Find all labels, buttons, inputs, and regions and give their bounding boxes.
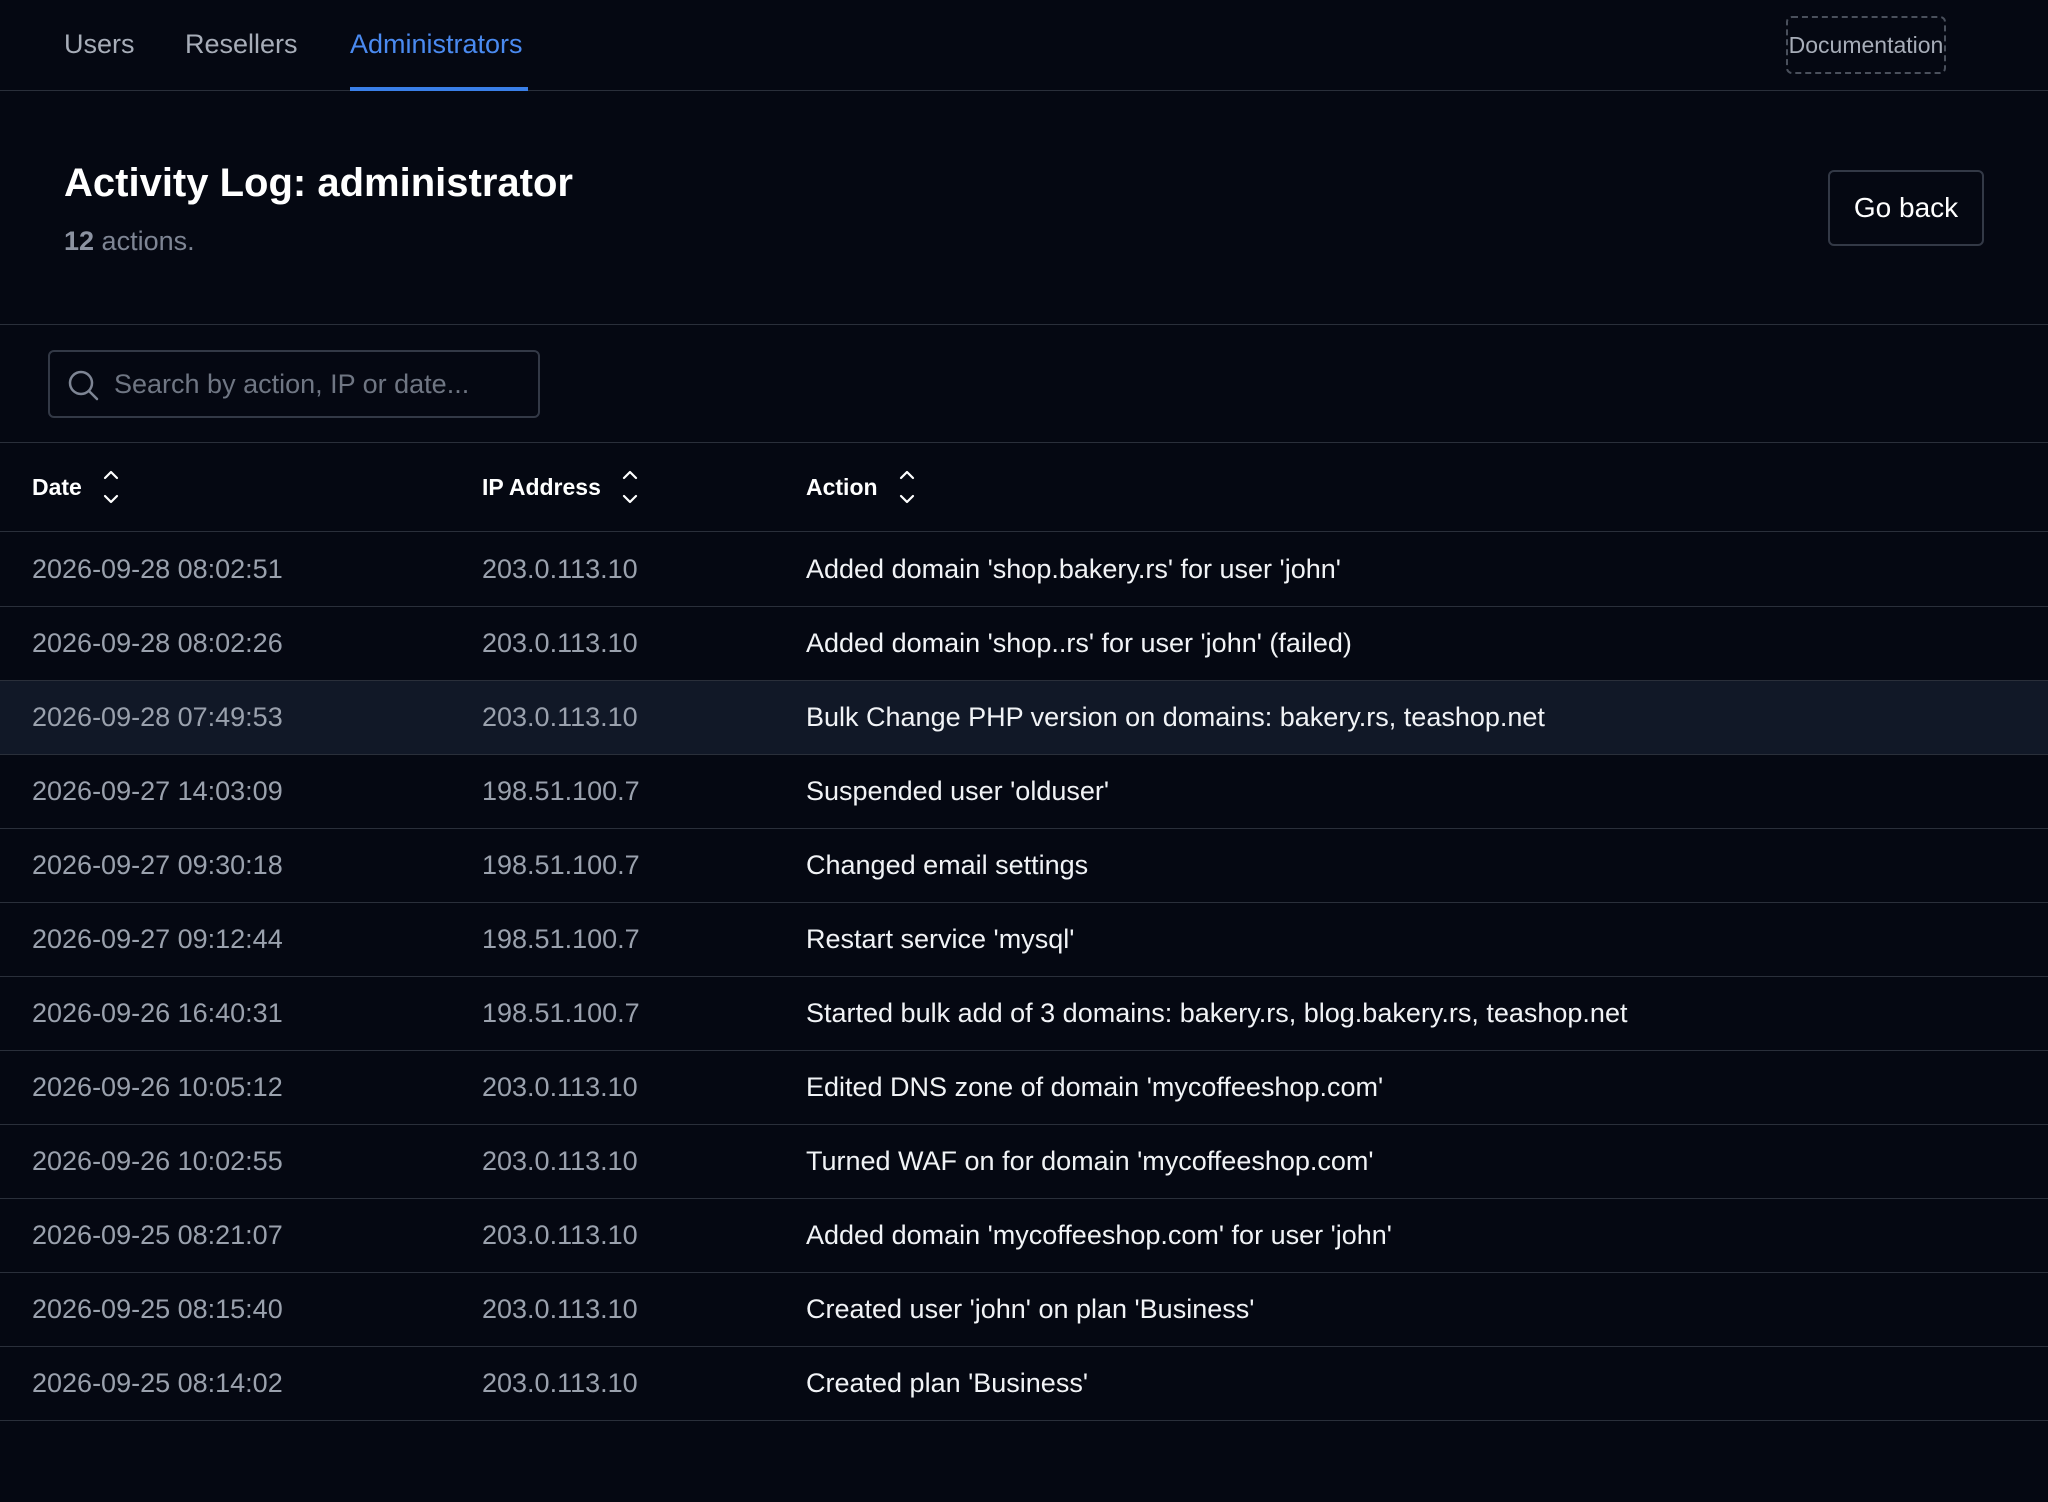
date-cell: 2026-09-25 08:14:02 [32, 1368, 283, 1398]
action-cell: Edited DNS zone of domain 'mycoffeeshop.… [806, 1072, 1384, 1102]
date-cell: 2026-09-26 16:40:31 [32, 998, 283, 1028]
table-row[interactable]: 2026-09-28 08:02:51 203.0.113.10 Added d… [0, 533, 2048, 607]
date-cell: 2026-09-27 09:12:44 [32, 924, 283, 954]
date-cell: 2026-09-28 08:02:26 [32, 628, 283, 658]
page-title: Activity Log: administrator [64, 161, 573, 205]
action-cell: Started bulk add of 3 domains: bakery.rs… [806, 998, 1628, 1028]
action-cell: Created plan 'Business' [806, 1368, 1088, 1398]
date-cell: 2026-09-27 14:03:09 [32, 776, 283, 806]
table-row[interactable]: 2026-09-26 10:02:55 203.0.113.10 Turned … [0, 1125, 2048, 1199]
active-tab-indicator [350, 87, 528, 91]
search-input[interactable] [114, 352, 524, 416]
ip-cell: 198.51.100.7 [482, 924, 640, 954]
date-cell: 2026-09-26 10:05:12 [32, 1072, 283, 1102]
sort-icon[interactable] [102, 465, 120, 509]
date-cell: 2026-09-25 08:15:40 [32, 1294, 283, 1324]
ip-cell: 203.0.113.10 [482, 554, 638, 584]
ip-cell: 198.51.100.7 [482, 776, 640, 806]
column-header-label: IP Address [482, 473, 601, 500]
ip-cell: 198.51.100.7 [482, 850, 640, 880]
table-row[interactable]: 2026-09-27 09:30:18 198.51.100.7 Changed… [0, 829, 2048, 903]
action-cell: Created user 'john' on plan 'Business' [806, 1294, 1255, 1324]
divider [0, 324, 2048, 325]
table-row[interactable]: 2026-09-25 08:21:07 203.0.113.10 Added d… [0, 1199, 2048, 1273]
date-cell: 2026-09-28 07:49:53 [32, 702, 283, 732]
ip-cell: 198.51.100.7 [482, 998, 640, 1028]
date-cell: 2026-09-26 10:02:55 [32, 1146, 283, 1176]
documentation-button[interactable]: Documentation [1786, 16, 1946, 74]
action-count-number: 12 [64, 226, 95, 256]
column-header-action[interactable]: Action [806, 443, 916, 531]
table-row[interactable]: 2026-09-25 08:15:40 203.0.113.10 Created… [0, 1273, 2048, 1347]
action-cell: Turned WAF on for domain 'mycoffeeshop.c… [806, 1146, 1374, 1176]
action-cell: Added domain 'mycoffeeshop.com' for user… [806, 1220, 1392, 1250]
ip-cell: 203.0.113.10 [482, 1072, 638, 1102]
action-cell: Suspended user 'olduser' [806, 776, 1110, 806]
sort-icon[interactable] [898, 465, 916, 509]
table-row[interactable]: 2026-09-26 10:05:12 203.0.113.10 Edited … [0, 1051, 2048, 1125]
top-nav: Users Resellers Administrators Documenta… [0, 0, 2048, 91]
action-count: 12 actions. [64, 224, 195, 258]
column-header-ip-address[interactable]: IP Address [482, 443, 639, 531]
ip-cell: 203.0.113.10 [482, 1220, 638, 1250]
search-box[interactable] [48, 350, 540, 418]
table-row[interactable]: 2026-09-25 08:14:02 203.0.113.10 Created… [0, 1347, 2048, 1421]
ip-cell: 203.0.113.10 [482, 1368, 638, 1398]
action-count-suffix: actions. [94, 226, 195, 256]
search-icon [68, 370, 99, 401]
table-row[interactable]: 2026-09-27 14:03:09 198.51.100.7 Suspend… [0, 755, 2048, 829]
date-cell: 2026-09-28 08:02:51 [32, 554, 283, 584]
tab-administrators[interactable]: Administrators [350, 26, 523, 62]
tab-resellers[interactable]: Resellers [185, 26, 298, 62]
ip-cell: 203.0.113.10 [482, 628, 638, 658]
table-header: Date IP Address Action [0, 443, 2048, 532]
table-row[interactable]: 2026-09-28 08:02:26 203.0.113.10 Added d… [0, 607, 2048, 681]
date-cell: 2026-09-27 09:30:18 [32, 850, 283, 880]
tab-users[interactable]: Users [64, 26, 135, 62]
action-cell: Changed email settings [806, 850, 1089, 880]
table-row[interactable]: 2026-09-27 09:12:44 198.51.100.7 Restart… [0, 903, 2048, 977]
action-cell: Added domain 'shop..rs' for user 'john' … [806, 628, 1352, 658]
column-header-label: Action [806, 473, 878, 500]
table-row[interactable]: 2026-09-26 16:40:31 198.51.100.7 Started… [0, 977, 2048, 1051]
sort-icon[interactable] [621, 465, 639, 509]
column-header-date[interactable]: Date [32, 443, 120, 531]
action-cell: Added domain 'shop.bakery.rs' for user '… [806, 554, 1341, 584]
action-cell: Restart service 'mysql' [806, 924, 1075, 954]
ip-cell: 203.0.113.10 [482, 702, 638, 732]
date-cell: 2026-09-25 08:21:07 [32, 1220, 283, 1250]
column-header-label: Date [32, 473, 82, 500]
action-cell: Bulk Change PHP version on domains: bake… [806, 702, 1545, 732]
table-row[interactable]: 2026-09-28 07:49:53 203.0.113.10 Bulk Ch… [0, 681, 2048, 755]
ip-cell: 203.0.113.10 [482, 1294, 638, 1324]
ip-cell: 203.0.113.10 [482, 1146, 638, 1176]
go-back-button[interactable]: Go back [1828, 170, 1984, 246]
